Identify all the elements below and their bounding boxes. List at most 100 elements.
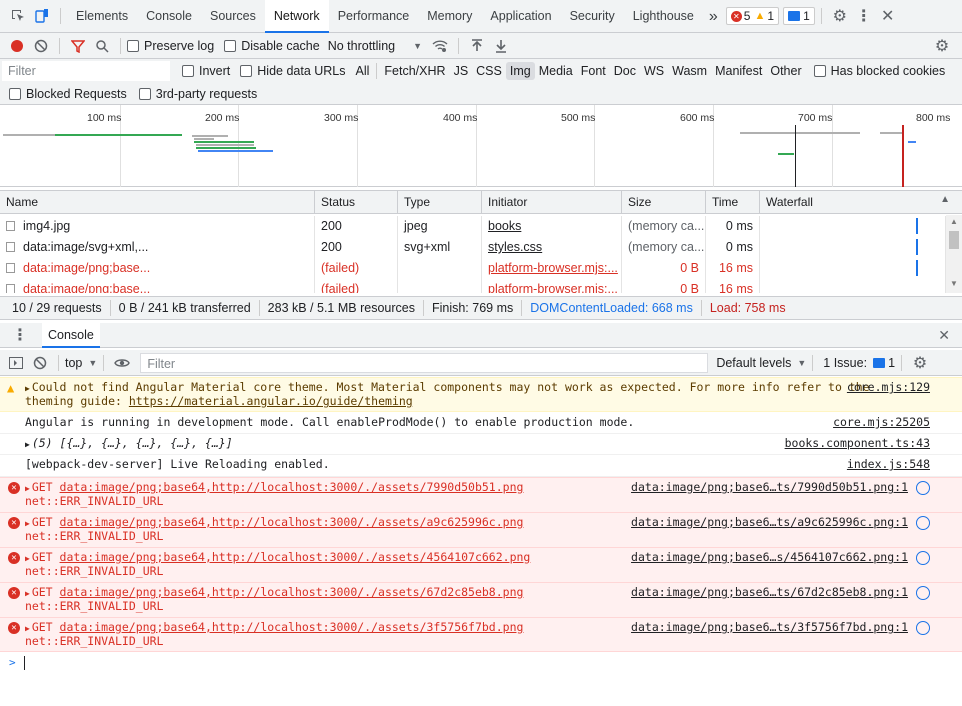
drawer-menu-icon[interactable]: ⋮ [12, 325, 28, 345]
message-source-link[interactable]: data:image/png;base6…ts/7990d50b51.png:1 [631, 481, 908, 494]
disable-cache-checkbox[interactable] [224, 39, 237, 52]
tab-lighthouse[interactable]: Lighthouse [624, 0, 703, 33]
console-filter-input[interactable]: Filter [140, 352, 709, 373]
message-source-link[interactable]: data:image/png;base6…ts/3f5756f7bd.png:1 [631, 621, 908, 634]
scroll-down-icon[interactable]: ▼ [950, 279, 958, 288]
type-filter-wasm[interactable]: Wasm [668, 62, 711, 80]
type-filter-css[interactable]: CSS [472, 62, 506, 80]
expand-triangle-icon[interactable]: ▶ [25, 589, 30, 598]
close-devtools-icon[interactable]: ✕ [876, 4, 900, 28]
type-filter-manifest[interactable]: Manifest [711, 62, 766, 80]
console-input-caret[interactable] [24, 656, 25, 670]
expand-triangle-icon[interactable]: ▶ [25, 384, 30, 393]
preserve-log-checkbox[interactable] [127, 39, 139, 52]
column-time[interactable]: Time [706, 191, 760, 213]
column-type[interactable]: Type [398, 191, 482, 213]
tab-performance[interactable]: Performance [329, 0, 419, 33]
chevron-down-icon[interactable]: ▼ [88, 358, 97, 368]
sidebar-toggle-icon[interactable] [4, 351, 28, 375]
chevron-down-icon[interactable]: ▼ [413, 41, 422, 51]
type-filter-fetch-xhr[interactable]: Fetch/XHR [380, 62, 449, 80]
filter-funnel-icon[interactable] [66, 34, 90, 58]
column-status[interactable]: Status [315, 191, 398, 213]
type-filter-js[interactable]: JS [450, 62, 473, 80]
expand-triangle-icon[interactable]: ▶ [25, 624, 30, 633]
tab-console[interactable]: Console [137, 0, 201, 33]
drawer-tab-console[interactable]: Console [42, 322, 100, 348]
network-request-icon[interactable] [916, 516, 930, 530]
network-settings-gear-icon[interactable]: ⚙ [930, 34, 954, 58]
column-size[interactable]: Size [622, 191, 706, 213]
throttling-select[interactable]: No throttling [328, 39, 395, 53]
issues-link[interactable]: 1 Issue: [819, 356, 871, 370]
sort-ascending-icon[interactable]: ▲ [940, 194, 950, 205]
chevron-down-icon[interactable]: ▼ [797, 358, 806, 368]
table-row[interactable]: img4.jpg 200 jpeg books (memory ca... 0 … [0, 216, 962, 237]
request-url-link[interactable]: data:image/png;base64,http://localhost:3… [60, 585, 524, 599]
scrollbar-thumb[interactable] [949, 231, 959, 249]
message-source-link[interactable]: core.mjs:25205 [833, 416, 930, 429]
type-filter-other[interactable]: Other [766, 62, 805, 80]
theming-guide-link[interactable]: https://material.angular.io/guide/themin… [129, 394, 413, 408]
console-error-message[interactable]: ✕ ▶ GET data:image/png;base64,http://loca… [0, 582, 962, 617]
expand-triangle-icon[interactable]: ▶ [25, 519, 30, 528]
console-prompt[interactable]: > [0, 653, 962, 675]
message-source-link[interactable]: data:image/png;base6…ts/a9c625996c.png:1 [631, 516, 908, 529]
log-levels-select[interactable]: Default levels [716, 356, 791, 370]
type-filter-font[interactable]: Font [577, 62, 610, 80]
type-filter-img[interactable]: Img [505, 62, 535, 80]
type-filter-media[interactable]: Media [535, 62, 577, 80]
request-url-link[interactable]: data:image/png;base64,http://localhost:3… [60, 480, 524, 494]
request-initiator-link[interactable]: platform-browser.mjs:... [482, 258, 622, 279]
tab-memory[interactable]: Memory [418, 0, 481, 33]
tab-sources[interactable]: Sources [201, 0, 265, 33]
type-filter-doc[interactable]: Doc [610, 62, 640, 80]
console-error-message[interactable]: ✕ ▶ GET data:image/png;base64,http://loca… [0, 547, 962, 582]
third-party-checkbox[interactable] [138, 87, 151, 100]
expand-triangle-icon[interactable]: ▶ [25, 554, 30, 563]
tab-application[interactable]: Application [481, 0, 560, 33]
tab-network[interactable]: Network [264, 0, 329, 33]
type-filter-all[interactable]: All [352, 62, 374, 80]
request-url-link[interactable]: data:image/png;base64,http://localhost:3… [60, 550, 531, 564]
hide-data-urls-checkbox[interactable] [240, 65, 253, 77]
table-row[interactable]: data:image/png;base... (failed) platform… [0, 279, 962, 293]
expand-triangle-icon[interactable]: ▶ [25, 440, 30, 449]
console-error-message[interactable]: ✕ ▶ GET data:image/png;base64,http://loca… [0, 477, 962, 512]
search-icon[interactable] [90, 34, 114, 58]
scroll-up-icon[interactable]: ▲ [950, 217, 958, 226]
message-source-link[interactable]: index.js:548 [847, 458, 930, 471]
has-blocked-cookies-checkbox[interactable] [813, 65, 826, 77]
console-log-message[interactable]: ▶ (5) [{…}, {…}, {…}, {…}, {…}] books.com… [0, 434, 962, 455]
network-request-icon[interactable] [916, 586, 930, 600]
close-drawer-icon[interactable]: ✕ [938, 327, 950, 344]
invert-checkbox[interactable] [182, 65, 194, 77]
kebab-menu-icon[interactable]: ⋮ [852, 4, 876, 28]
message-source-link[interactable]: data:image/png;base6…s/4564107c662.png:1 [631, 551, 908, 564]
tab-security[interactable]: Security [561, 0, 624, 33]
network-request-icon[interactable] [916, 551, 930, 565]
console-settings-gear-icon[interactable]: ⚙ [908, 351, 932, 375]
record-icon[interactable] [5, 34, 29, 58]
settings-gear-icon[interactable]: ⚙ [828, 4, 852, 28]
column-waterfall[interactable]: Waterfall [760, 191, 962, 213]
expand-triangle-icon[interactable]: ▶ [25, 484, 30, 493]
more-tabs-button[interactable]: » [703, 0, 724, 33]
network-request-icon[interactable] [916, 621, 930, 635]
request-initiator-link[interactable]: platform-browser.mjs:... [482, 279, 622, 293]
message-source-link[interactable]: data:image/png;base6…ts/67d2c85eb8.png:1 [631, 586, 908, 599]
clear-icon[interactable] [29, 34, 53, 58]
device-toolbar-icon[interactable] [30, 4, 54, 28]
clear-console-icon[interactable] [28, 351, 52, 375]
blocked-requests-checkbox[interactable] [9, 87, 21, 100]
table-row[interactable]: data:image/svg+xml,... 200 svg+xml style… [0, 237, 962, 258]
console-error-message[interactable]: ✕ ▶ GET data:image/png;base64,http://loca… [0, 512, 962, 547]
export-har-icon[interactable] [489, 34, 513, 58]
live-expression-eye-icon[interactable] [110, 351, 134, 375]
request-url-link[interactable]: data:image/png;base64,http://localhost:3… [60, 515, 524, 529]
request-initiator-link[interactable]: styles.css [482, 237, 622, 258]
message-source-link[interactable]: books.component.ts:43 [785, 437, 930, 450]
inspect-element-icon[interactable] [6, 4, 30, 28]
tab-elements[interactable]: Elements [67, 0, 137, 33]
messages-badge[interactable]: 1 [783, 7, 815, 25]
